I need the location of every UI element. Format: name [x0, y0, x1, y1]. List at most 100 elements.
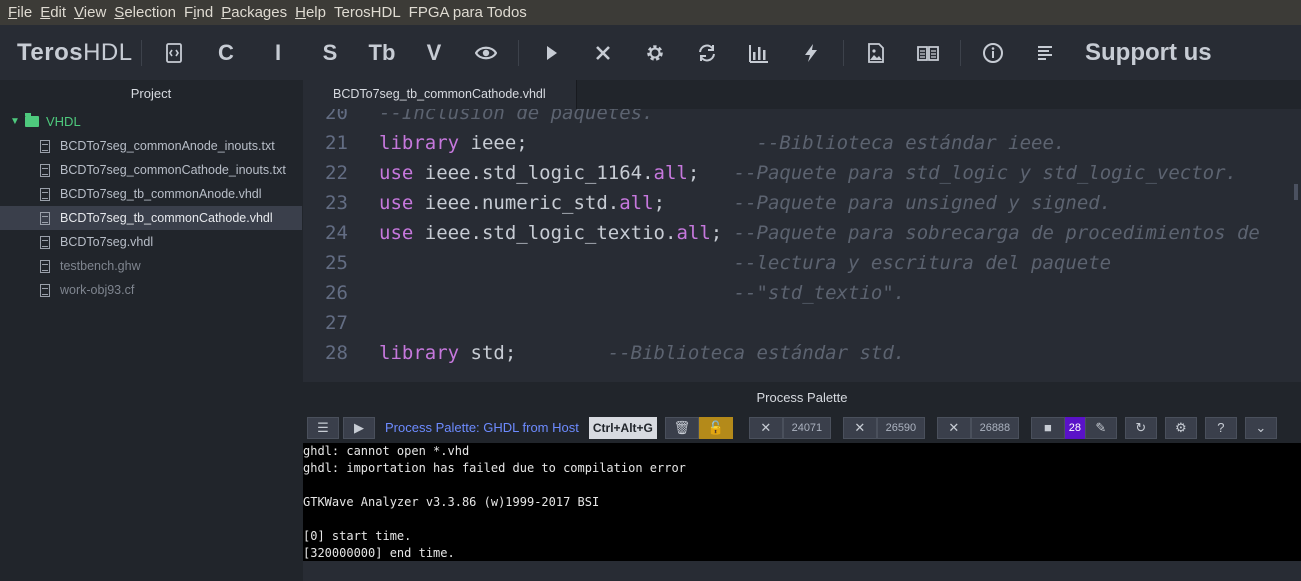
file-item[interactable]: BCDTo7seg_commonAnode_inouts.txt: [0, 134, 302, 158]
help-icon[interactable]: ?: [1204, 416, 1237, 439]
info-icon[interactable]: [967, 33, 1019, 73]
code-line: 27: [325, 312, 348, 334]
toolbar-separator: [843, 39, 844, 66]
process-id[interactable]: 28: [1064, 416, 1085, 439]
file-label: BCDTo7seg_tb_commonCathode.vhdl: [60, 211, 273, 225]
hamburger-menu-icon[interactable]: ☰: [307, 416, 339, 439]
code-line: 26 --"std_textio".: [325, 282, 906, 304]
tb-button[interactable]: Tb: [356, 33, 408, 73]
folder-label: VHDL: [46, 113, 81, 129]
console-line: [0] start time.: [303, 529, 412, 543]
teroshdl-toolbar: TerosHDL C I S Tb V Support us: [0, 25, 1301, 80]
code-line: 25 --lectura y escritura del paquete: [325, 252, 1112, 274]
file-icon: [40, 211, 50, 225]
eye-icon[interactable]: [460, 33, 512, 73]
chevron-down-icon[interactable]: ▼: [10, 116, 20, 127]
menu-fpga-para-todos[interactable]: FPGA para Todos: [409, 4, 527, 21]
kill-process-icon[interactable]: ✕: [748, 416, 783, 439]
i-button[interactable]: I: [252, 33, 304, 73]
file-label: work-obj93.cf: [60, 283, 135, 297]
teroshdl-logo: TerosHDL: [17, 38, 133, 66]
code-line: 24 use ieee.std_logic_textio.all; --Paque…: [325, 222, 1260, 244]
file-label: BCDTo7seg_tb_commonAnode.vhdl: [60, 187, 262, 201]
stop-icon[interactable]: ■: [1030, 416, 1065, 439]
s-button[interactable]: S: [304, 33, 356, 73]
menu-help[interactable]: Help: [295, 4, 326, 21]
process-palette-panel: Process Palette ☰ ▶ Process Palette: GHD…: [303, 383, 1301, 581]
file-item[interactable]: work-obj93.cf: [0, 278, 302, 302]
kill-process-icon[interactable]: ✕: [842, 416, 877, 439]
console-line: ghdl: importation has failed due to comp…: [303, 461, 686, 475]
process-id[interactable]: 24071: [782, 416, 831, 439]
book-icon[interactable]: [902, 33, 954, 73]
folder-vhdl[interactable]: ▼ VHDL: [0, 108, 302, 134]
console-output[interactable]: ghdl: cannot open *.vhd ghdl: importatio…: [303, 443, 1301, 561]
process-palette-title: Process Palette: [756, 390, 848, 405]
gear-icon[interactable]: ⚙: [1164, 416, 1197, 439]
trash-icon[interactable]: 🗑: [664, 416, 699, 439]
file-item[interactable]: BCDTo7seg_commonCathode_inouts.txt: [0, 158, 302, 182]
v-button[interactable]: V: [408, 33, 460, 73]
lock-icon[interactable]: 🔓: [698, 416, 733, 439]
file-item[interactable]: testbench.ghw: [0, 254, 302, 278]
console-line: GTKWave Analyzer v3.3.86 (w)1999-2017 BS…: [303, 495, 600, 509]
menu-view[interactable]: View: [74, 4, 106, 21]
console-line: [320000000] end time.: [303, 546, 455, 560]
file-item-selected[interactable]: BCDTo7seg_tb_commonCathode.vhdl: [0, 206, 302, 230]
text-align-icon[interactable]: [1019, 33, 1071, 73]
file-icon: [40, 283, 50, 297]
image-file-icon[interactable]: [850, 33, 902, 73]
kill-process-icon[interactable]: ✕: [936, 416, 971, 439]
pencil-icon[interactable]: ✎: [1084, 416, 1117, 439]
project-sidebar: Project ▼ VHDL BCDTo7seg_commonAnode_ino…: [0, 80, 302, 581]
file-item[interactable]: BCDTo7seg_tb_commonAnode.vhdl: [0, 182, 302, 206]
process-id[interactable]: 26888: [970, 416, 1019, 439]
play-icon[interactable]: [525, 33, 577, 73]
chart-icon[interactable]: [733, 33, 785, 73]
code-line: 23 use ieee.numeric_std.all; --Paquete pa…: [325, 192, 1112, 214]
code-line: 22 use ieee.std_logic_1164.all; --Paquete…: [325, 162, 1237, 184]
folder-icon: [25, 112, 39, 127]
refresh-icon[interactable]: ↻: [1124, 416, 1157, 439]
toolbar-separator: [518, 39, 519, 66]
code-line: 28 library std; --Biblioteca estándar std…: [325, 342, 906, 364]
file-icon: [40, 163, 50, 177]
menu-edit[interactable]: Edit: [40, 4, 66, 21]
code-icon[interactable]: [148, 33, 200, 73]
menu-file[interactable]: File: [8, 4, 32, 21]
file-icon: [40, 235, 50, 249]
console-line: ghdl: cannot open *.vhd: [303, 444, 470, 458]
menu-find[interactable]: Find: [184, 4, 213, 21]
vertical-scrollbar[interactable]: [1294, 184, 1298, 200]
project-title: Project: [130, 86, 172, 101]
play-icon[interactable]: ▶: [343, 416, 375, 439]
file-icon: [40, 187, 50, 201]
refresh-icon[interactable]: [681, 33, 733, 73]
tab-active-file[interactable]: BCDTo7seg_tb_commonCathode.vhdl: [303, 80, 577, 109]
file-icon: [40, 139, 50, 153]
lightning-icon[interactable]: [785, 33, 837, 73]
menu-selection[interactable]: Selection: [114, 4, 176, 21]
toolbar-separator: [141, 39, 142, 66]
file-item[interactable]: BCDTo7seg.vhdl: [0, 230, 302, 254]
file-icon: [40, 259, 50, 273]
menu-packages[interactable]: Packages: [221, 4, 287, 21]
gear-icon[interactable]: [629, 33, 681, 73]
tab-bar: BCDTo7seg_tb_commonCathode.vhdl: [303, 80, 1301, 109]
file-label: BCDTo7seg_commonCathode_inouts.txt: [60, 163, 286, 177]
code-area[interactable]: 20 --Inclusión de paquetes. 21 library iee…: [303, 109, 1301, 382]
console-footer: [303, 561, 1301, 581]
file-label: BCDTo7seg.vhdl: [60, 235, 154, 249]
menu-teroshdl[interactable]: TerosHDL: [334, 4, 401, 21]
close-icon[interactable]: [577, 33, 629, 73]
code-line: 20 --Inclusión de paquetes.: [325, 109, 654, 124]
support-us-link[interactable]: Support us: [1085, 39, 1212, 67]
c-button[interactable]: C: [200, 33, 252, 73]
code-editor: BCDTo7seg_tb_commonCathode.vhdl 20 --Incl…: [303, 80, 1301, 382]
process-id[interactable]: 26590: [876, 416, 925, 439]
chevron-down-icon[interactable]: ⌄: [1244, 416, 1277, 439]
menu-bar: File Edit View Selection Find Packages H…: [0, 0, 1301, 25]
process-palette-label[interactable]: Process Palette: GHDL from Host: [385, 420, 579, 435]
